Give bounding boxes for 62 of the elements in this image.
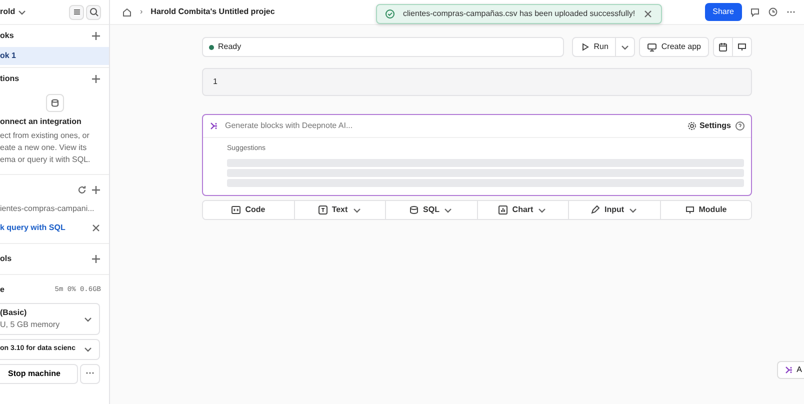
share-button[interactable]: Share bbox=[704, 3, 742, 21]
schedule-button[interactable] bbox=[713, 37, 733, 57]
help-icon[interactable] bbox=[735, 121, 745, 131]
text-icon bbox=[318, 204, 328, 214]
pencil-icon bbox=[590, 204, 600, 214]
empty-state-text: ema or query it with SQL. bbox=[0, 154, 92, 166]
history-icon[interactable] bbox=[768, 7, 778, 17]
database-icon bbox=[50, 98, 60, 108]
home-icon[interactable] bbox=[122, 7, 132, 17]
chart-icon bbox=[498, 204, 508, 214]
sparkle-icon bbox=[784, 365, 794, 375]
presentation-icon bbox=[737, 42, 747, 52]
add-block-button[interactable]: Module bbox=[660, 200, 751, 218]
machine-name: (Basic) bbox=[0, 307, 28, 319]
workspace-name[interactable]: rold bbox=[0, 6, 16, 18]
play-icon bbox=[580, 42, 590, 52]
section-title: ols bbox=[0, 253, 12, 265]
search-icon bbox=[88, 7, 98, 17]
settings-button[interactable]: Settings bbox=[687, 120, 731, 132]
database-icon bbox=[409, 204, 420, 214]
module-icon bbox=[684, 204, 695, 214]
toast-message: clientes-compras-campañas.csv has been uploaded successfully! bbox=[403, 8, 636, 20]
menu-icon bbox=[72, 7, 82, 17]
machine-spec: U, 5 GB memory bbox=[0, 319, 60, 331]
calendar-icon bbox=[718, 42, 728, 52]
run-options-button[interactable] bbox=[616, 37, 636, 57]
settings-icon bbox=[687, 121, 698, 131]
section-title: oks bbox=[0, 30, 14, 42]
stop-machine-button[interactable]: Stop machine bbox=[0, 364, 78, 384]
code-icon bbox=[231, 204, 242, 214]
section-title: tions bbox=[0, 73, 20, 85]
empty-state-title: onnect an integration bbox=[0, 116, 82, 128]
project-title[interactable]: Harold Combita's Untitled projec bbox=[150, 6, 275, 18]
ai-assistant-button[interactable]: A bbox=[776, 361, 804, 379]
code-text: 1 bbox=[213, 76, 218, 88]
create-app-button[interactable]: Create app bbox=[639, 37, 709, 57]
empty-state-text: ect from existing ones, or bbox=[0, 130, 90, 142]
check-circle-icon bbox=[385, 9, 395, 19]
status-dot bbox=[209, 44, 214, 50]
notebook-item[interactable]: ok 1 bbox=[0, 47, 109, 65]
close-icon[interactable] bbox=[91, 223, 101, 233]
present-button[interactable] bbox=[733, 37, 752, 57]
file-item[interactable]: ientes-compras-campani... bbox=[0, 203, 109, 215]
ai-prompt-field[interactable]: Generate blocks with Deepnote AI... bbox=[223, 119, 684, 133]
close-icon[interactable] bbox=[643, 9, 654, 19]
monitor-icon bbox=[647, 42, 658, 52]
machine-dropdown[interactable]: (Basic) U, 5 GB memory bbox=[0, 303, 100, 335]
status-text: Ready bbox=[218, 41, 242, 53]
refresh-icon[interactable] bbox=[77, 185, 87, 195]
empty-state-text: eate a new one. View its bbox=[0, 142, 88, 154]
comment-icon[interactable] bbox=[750, 7, 760, 17]
plus-icon[interactable] bbox=[91, 74, 101, 84]
plus-icon[interactable] bbox=[91, 31, 101, 41]
plus-icon[interactable] bbox=[91, 185, 101, 195]
run-button[interactable]: Run bbox=[572, 37, 616, 57]
section-title: e bbox=[0, 284, 4, 296]
sparkle-icon bbox=[209, 121, 219, 131]
breadcrumb-separator: › bbox=[140, 6, 143, 18]
plus-icon[interactable] bbox=[91, 254, 101, 264]
menu-button[interactable] bbox=[69, 4, 84, 20]
search-button[interactable] bbox=[86, 4, 101, 20]
query-link[interactable]: k query with SQL bbox=[0, 222, 66, 234]
